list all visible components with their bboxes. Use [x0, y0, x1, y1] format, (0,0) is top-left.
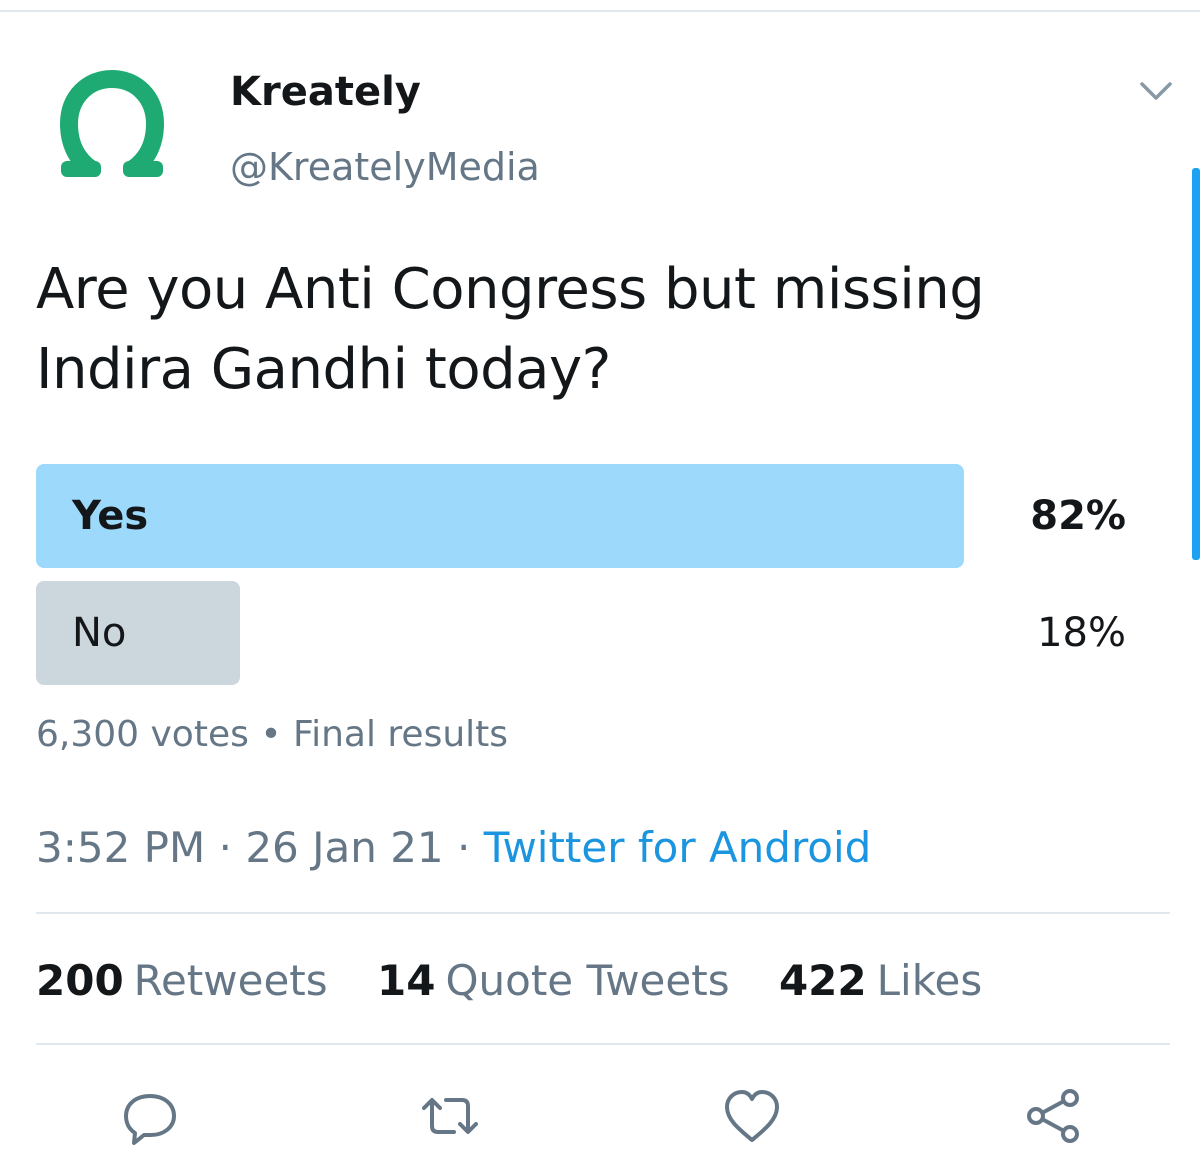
- meta-separator: ·: [218, 823, 232, 872]
- likes-label: Likes: [876, 956, 983, 1005]
- retweet-icon: [422, 1098, 478, 1134]
- poll-separator: •: [260, 714, 282, 755]
- poll-option-label: Yes: [72, 493, 149, 539]
- retweet-button[interactable]: [420, 1086, 480, 1146]
- reply-icon: [124, 1094, 176, 1145]
- tweet-stats: 200 Retweets 14 Quote Tweets 422 Likes: [36, 952, 1018, 1010]
- quote-tweets-label: Quote Tweets: [445, 956, 730, 1005]
- scrollbar[interactable]: [1192, 168, 1200, 560]
- avatar[interactable]: [55, 62, 170, 187]
- poll-option-no: No 18%: [36, 581, 1136, 685]
- poll-option-label: No: [72, 610, 127, 656]
- poll-option-yes: Yes 82%: [36, 464, 1136, 568]
- top-divider: [0, 10, 1200, 12]
- poll-option-percent: 82%: [1030, 493, 1126, 539]
- poll-vote-count: 6,300 votes: [36, 714, 249, 755]
- quote-tweets-count: 14: [377, 956, 436, 1005]
- omega-logo-icon: [59, 69, 165, 177]
- retweets-count: 200: [36, 956, 124, 1005]
- retweets-stat[interactable]: 200 Retweets: [36, 956, 328, 1005]
- poll-bar: [36, 581, 240, 685]
- chevron-down-icon: [1140, 82, 1172, 100]
- tweet-time[interactable]: 3:52 PM: [36, 823, 205, 872]
- like-icon: [725, 1090, 779, 1142]
- like-button[interactable]: [722, 1086, 782, 1146]
- tweet-meta: 3:52 PM · 26 Jan 21 · Twitter for Androi…: [36, 820, 871, 876]
- likes-count: 422: [778, 956, 867, 1005]
- more-options-button[interactable]: [1136, 76, 1176, 106]
- divider: [36, 912, 1170, 914]
- quote-tweets-stat[interactable]: 14 Quote Tweets: [377, 956, 730, 1005]
- poll-summary: 6,300 votes • Final results: [36, 710, 508, 760]
- poll-option-percent: 18%: [1037, 610, 1126, 656]
- reply-button[interactable]: [120, 1086, 180, 1146]
- share-icon: [1027, 1089, 1079, 1143]
- poll-bar: [36, 464, 964, 568]
- share-button[interactable]: [1024, 1086, 1084, 1146]
- author-handle[interactable]: @KreatelyMedia: [230, 142, 540, 192]
- tweet-date[interactable]: 26 Jan 21: [245, 823, 443, 872]
- tweet-source-link[interactable]: Twitter for Android: [484, 823, 872, 872]
- poll-status: Final results: [293, 714, 509, 755]
- author-display-name[interactable]: Kreately: [230, 66, 421, 118]
- meta-separator: ·: [457, 823, 471, 872]
- likes-stat[interactable]: 422 Likes: [779, 956, 982, 1005]
- divider: [36, 1043, 1170, 1045]
- retweets-label: Retweets: [133, 956, 328, 1005]
- tweet-text: Are you Anti Congress but missing Indira…: [36, 257, 985, 402]
